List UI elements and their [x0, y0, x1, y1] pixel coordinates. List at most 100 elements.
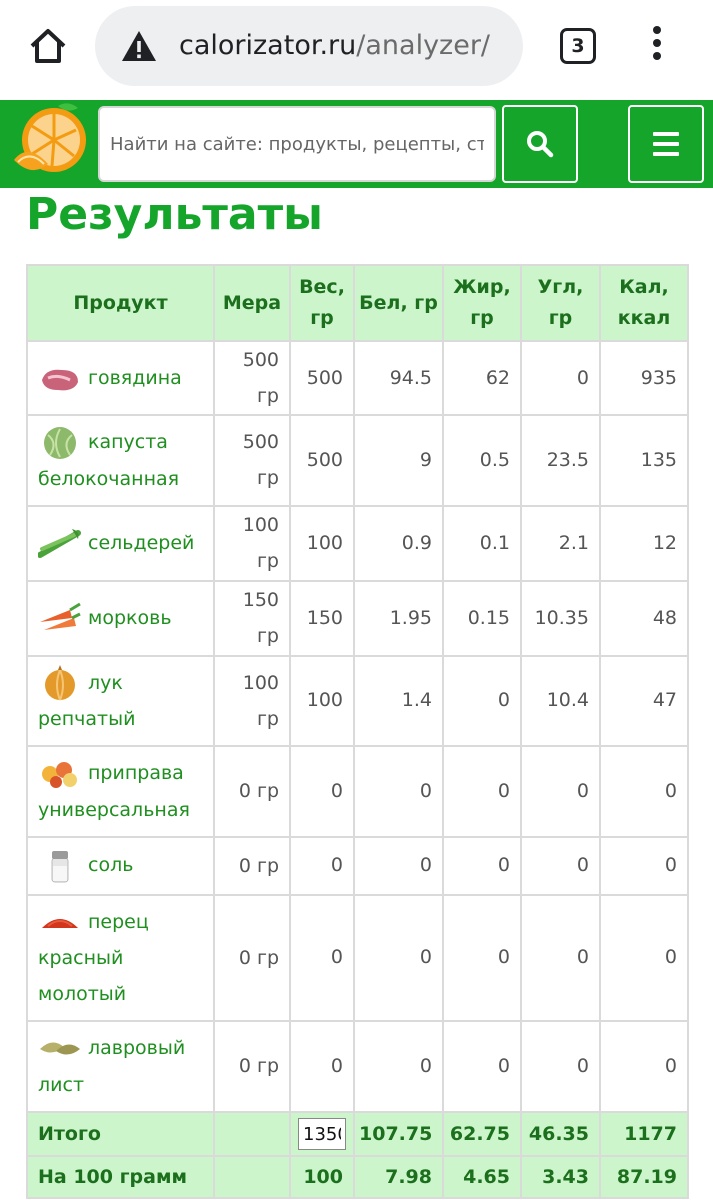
weight-cell: 500 — [289, 340, 355, 416]
total-carbs: 46.35 — [520, 1110, 601, 1157]
per-100g-label: На 100 грамм — [26, 1154, 215, 1199]
table-row: соль 0 гр 0 0 0 0 0 — [26, 835, 689, 896]
table-header-row: Продукт Мера Вес, гр Бел, гр Жир, гр Угл… — [26, 264, 689, 342]
table-row: говядина 500 гр 500 94.5 62 0 935 — [26, 340, 689, 416]
total-fat: 62.75 — [442, 1110, 522, 1157]
url-bar[interactable]: calorizator.ru/analyzer/ — [95, 6, 523, 86]
weight-cell: 100 — [289, 654, 355, 747]
table-row: лавровый лист 0 гр 0 0 0 0 0 — [26, 1020, 689, 1113]
site-header — [0, 100, 713, 188]
measure-cell: 0 гр — [213, 893, 291, 1022]
per-100g-protein: 7.98 — [353, 1154, 444, 1199]
url-path: /analyzer/ — [356, 30, 491, 61]
product-link[interactable]: говядина — [88, 367, 182, 389]
total-weight-input[interactable] — [298, 1118, 346, 1150]
protein-cell: 1.4 — [353, 654, 444, 747]
table-row: капуста белокочанная 500 гр 500 9 0.5 23… — [26, 414, 689, 507]
protein-cell: 9 — [353, 414, 444, 507]
measure-cell: 0 гр — [213, 1020, 291, 1113]
orange-logo-icon[interactable] — [8, 102, 92, 186]
total-weight-cell — [289, 1110, 355, 1157]
menu-button[interactable] — [628, 105, 704, 183]
red-pepper-powder-icon — [42, 919, 78, 928]
header-measure: Мера — [213, 264, 291, 342]
tab-switcher-button[interactable]: 3 — [560, 28, 596, 64]
beef-icon — [42, 369, 78, 391]
carbs-cell: 0 — [520, 1020, 601, 1113]
home-icon — [30, 29, 66, 63]
product-link[interactable]: соль — [88, 854, 133, 876]
per-100g-measure-cell — [213, 1154, 291, 1199]
weight-cell: 0 — [289, 745, 355, 838]
protein-cell: 0 — [353, 745, 444, 838]
per-100g-calories: 87.19 — [599, 1154, 689, 1199]
calories-cell: 0 — [599, 893, 689, 1022]
product-cell: сельдерей — [26, 504, 215, 582]
product-link[interactable]: морковь — [88, 607, 172, 629]
fat-cell: 0 — [442, 654, 522, 747]
measure-cell: 500 гр — [213, 414, 291, 507]
product-cell: соль — [26, 835, 215, 896]
home-button[interactable] — [22, 20, 74, 72]
fat-cell: 0.1 — [442, 504, 522, 582]
weight-cell: 0 — [289, 1020, 355, 1113]
calories-cell: 935 — [599, 340, 689, 416]
carbs-cell: 0 — [520, 893, 601, 1022]
calories-cell: 0 — [599, 1020, 689, 1113]
table-row: приправа универсальная 0 гр 0 0 0 0 0 — [26, 745, 689, 838]
per-100g-row: На 100 грамм 100 7.98 4.65 3.43 87.19 — [26, 1154, 689, 1199]
header-fat: Жир, гр — [442, 264, 522, 342]
weight-cell: 150 — [289, 579, 355, 657]
fat-cell: 0 — [442, 1020, 522, 1113]
carbs-cell: 10.35 — [520, 579, 601, 657]
measure-cell: 150 гр — [213, 579, 291, 657]
protein-cell: 94.5 — [353, 340, 444, 416]
search-button[interactable] — [502, 105, 578, 183]
search-icon — [527, 131, 554, 158]
carbs-cell: 0 — [520, 340, 601, 416]
carbs-cell: 10.4 — [520, 654, 601, 747]
header-weight: Вес, гр — [289, 264, 355, 342]
carbs-cell: 23.5 — [520, 414, 601, 507]
per-100g-carbs: 3.43 — [520, 1154, 601, 1199]
calories-cell: 0 — [599, 745, 689, 838]
header-protein: Бел, гр — [353, 264, 444, 342]
fat-cell: 0.5 — [442, 414, 522, 507]
table-row: сельдерей 100 гр 100 0.9 0.1 2.1 12 — [26, 504, 689, 582]
table-row: морковь 150 гр 150 1.95 0.15 10.35 48 — [26, 579, 689, 657]
site-search-input[interactable] — [98, 106, 496, 182]
product-cell: приправа универсальная — [26, 745, 215, 838]
product-link[interactable]: сельдерей — [88, 532, 194, 554]
weight-cell: 0 — [289, 893, 355, 1022]
warning-icon[interactable] — [121, 30, 157, 62]
seasoning-icon — [42, 761, 77, 788]
hamburger-icon — [653, 129, 679, 159]
product-cell: лук репчатый — [26, 654, 215, 747]
more-options-icon[interactable] — [644, 26, 670, 66]
measure-cell: 0 гр — [213, 745, 291, 838]
calories-cell: 12 — [599, 504, 689, 582]
calories-cell: 135 — [599, 414, 689, 507]
results-table: Продукт Мера Вес, гр Бел, гр Жир, гр Угл… — [26, 264, 689, 1199]
calories-cell: 48 — [599, 579, 689, 657]
cabbage-icon — [44, 426, 76, 459]
browser-toolbar: calorizator.ru/analyzer/ 3 — [0, 0, 713, 100]
calories-cell: 47 — [599, 654, 689, 747]
url-text[interactable]: calorizator.ru/analyzer/ — [179, 26, 490, 66]
header-product: Продукт — [26, 264, 215, 342]
per-100g-fat: 4.65 — [442, 1154, 522, 1199]
measure-cell: 0 гр — [213, 835, 291, 896]
product-cell: говядина — [26, 340, 215, 416]
carrot-icon — [40, 602, 81, 631]
weight-cell: 0 — [289, 835, 355, 896]
url-domain: calorizator.ru — [179, 30, 357, 61]
product-cell: капуста белокочанная — [26, 414, 215, 507]
onion-icon — [45, 665, 75, 701]
table-row: лук репчатый 100 гр 100 1.4 0 10.4 47 — [26, 654, 689, 747]
fat-cell: 62 — [442, 340, 522, 416]
protein-cell: 0 — [353, 835, 444, 896]
fat-cell: 0 — [442, 835, 522, 896]
fat-cell: 0.15 — [442, 579, 522, 657]
per-100g-weight: 100 — [289, 1154, 355, 1199]
product-cell: лавровый лист — [26, 1020, 215, 1113]
